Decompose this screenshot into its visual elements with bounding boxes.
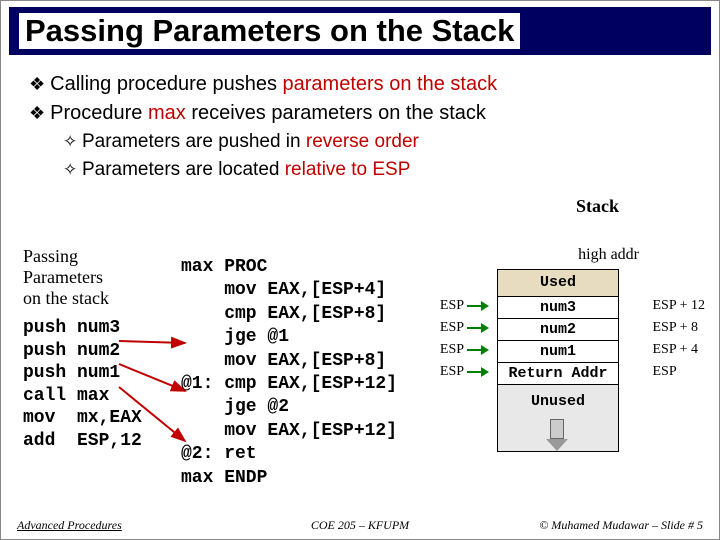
sub-bullet-1: Parameters are pushed in reverse order xyxy=(63,131,699,153)
arrow-right-icon xyxy=(467,302,489,310)
footer-right: © Muhamed Mudawar – Slide # 5 xyxy=(539,518,703,533)
esp-row: ESP xyxy=(440,317,489,339)
esp-text: ESP xyxy=(440,342,464,357)
offset-label: ESP xyxy=(653,361,706,383)
down-arrow-icon xyxy=(546,419,568,451)
arrow-right-icon xyxy=(467,368,489,376)
stack-cell: num2 xyxy=(498,319,618,341)
title-bar: Passing Parameters on the Stack xyxy=(9,7,711,55)
callee-code: max PROC mov EAX,[ESP+4] cmp EAX,[ESP+8]… xyxy=(181,256,397,490)
stack-diagram: Used num3 num2 num1 Return Addr Unused xyxy=(497,269,619,452)
text: Procedure xyxy=(50,102,148,124)
stack-cell: Return Addr xyxy=(498,363,618,385)
text-red: max xyxy=(148,102,186,124)
bullet-2: Procedure max receives parameters on the… xyxy=(29,102,699,125)
offset-label: ESP + 8 xyxy=(653,317,706,339)
bullet-1: Calling procedure pushes parameters on t… xyxy=(29,73,699,96)
text-red: parameters on the stack xyxy=(283,73,498,95)
esp-row: ESP xyxy=(440,295,489,317)
slide-title: Passing Parameters on the Stack xyxy=(19,13,520,49)
esp-text: ESP xyxy=(440,298,464,313)
high-addr-label: high addr xyxy=(578,246,639,264)
footer: Advanced Procedures COE 205 – KFUPM © Mu… xyxy=(1,518,719,533)
arrow-right-icon xyxy=(467,324,489,332)
offset-label: ESP + 12 xyxy=(653,295,706,317)
text: receives parameters on the stack xyxy=(186,102,486,124)
arrow-right-icon xyxy=(467,346,489,354)
sub-bullet-2: Parameters are located relative to ESP xyxy=(63,159,699,181)
slide: Passing Parameters on the Stack Calling … xyxy=(0,0,720,540)
esp-row: ESP xyxy=(440,339,489,361)
bullet-list: Calling procedure pushes parameters on t… xyxy=(1,59,719,181)
stack-cell-used: Used xyxy=(498,270,618,297)
esp-pointers: ESP ESP ESP ESP xyxy=(440,295,489,383)
text: Calling procedure pushes xyxy=(50,73,282,95)
esp-row: ESP xyxy=(440,361,489,383)
stack-cell-unused: Unused xyxy=(498,385,618,451)
stack-cell: num3 xyxy=(498,297,618,319)
stack-cell: num1 xyxy=(498,341,618,363)
esp-text: ESP xyxy=(440,364,464,379)
stack-offsets: ESP + 12 ESP + 8 ESP + 4 ESP xyxy=(653,295,706,383)
text-red: relative to ESP xyxy=(285,159,411,180)
esp-text: ESP xyxy=(440,320,464,335)
stack-title: Stack xyxy=(576,196,619,217)
text: Parameters are located xyxy=(82,159,285,180)
footer-left: Advanced Procedures xyxy=(17,518,122,533)
text-red: reverse order xyxy=(306,131,419,152)
text: Unused xyxy=(498,385,618,410)
offset-label: ESP + 4 xyxy=(653,339,706,361)
text: Parameters are pushed in xyxy=(82,131,306,152)
